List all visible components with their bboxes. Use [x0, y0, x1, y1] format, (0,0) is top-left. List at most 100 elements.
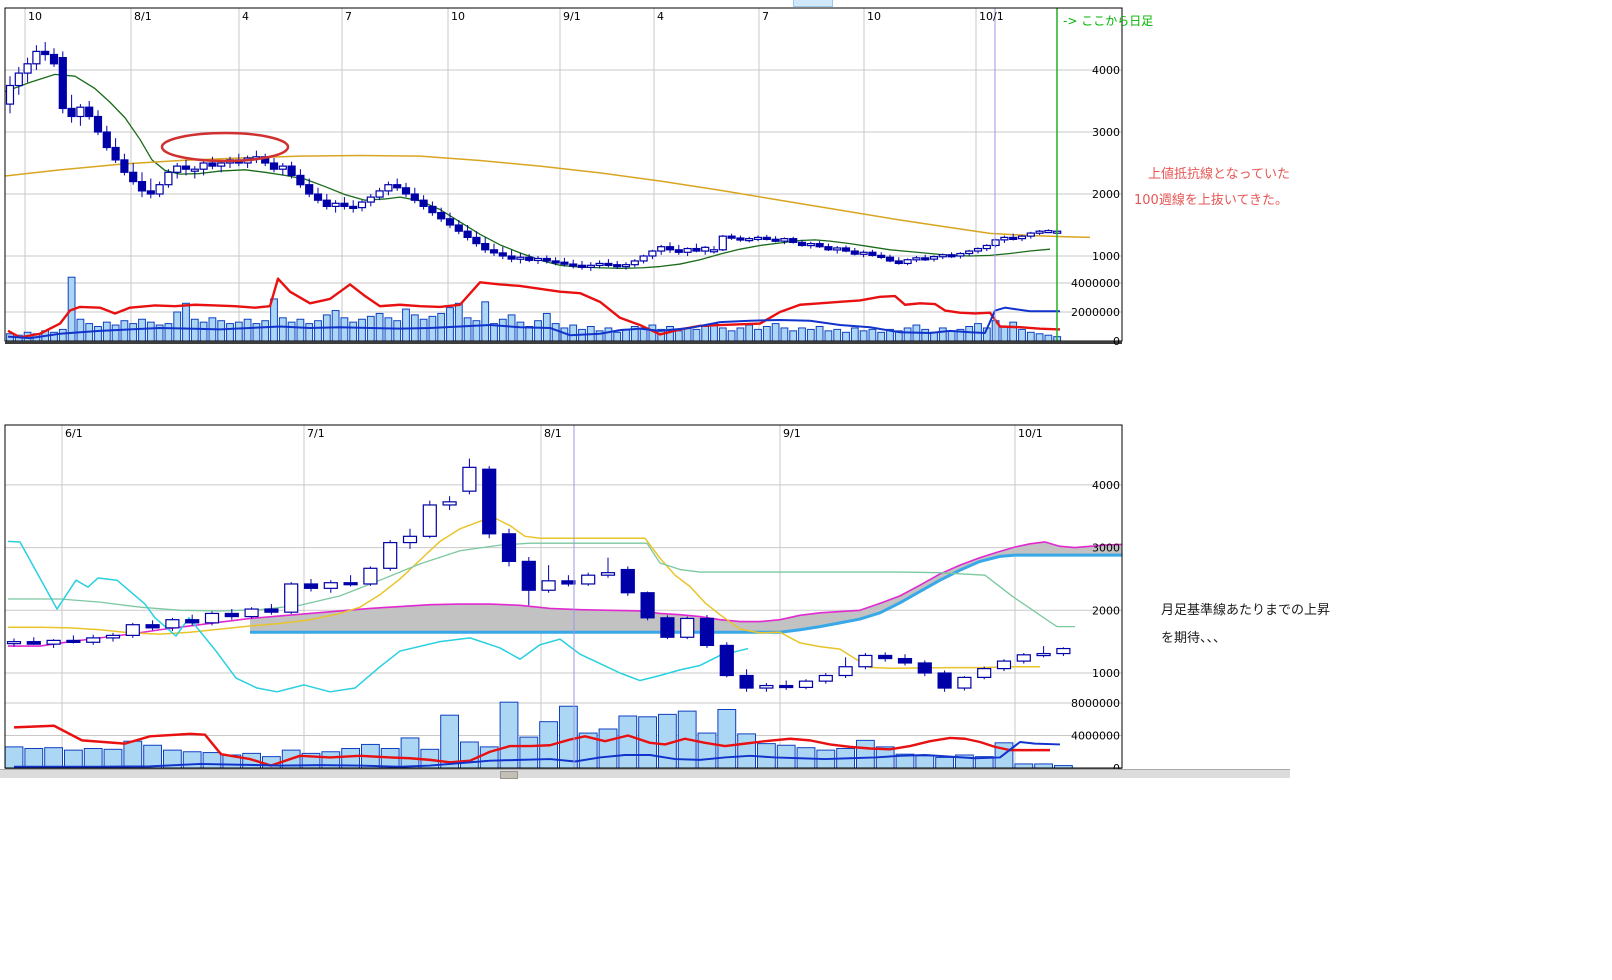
candle-body — [720, 645, 733, 675]
candle-body — [112, 148, 119, 160]
candle-body — [438, 213, 445, 219]
candle-body — [130, 172, 137, 181]
volume-bar — [59, 329, 66, 341]
candle-body — [978, 669, 991, 678]
candle-body — [265, 609, 278, 612]
window-edge-artifact — [793, 0, 833, 7]
candle-body — [59, 58, 66, 109]
price-tick-label: 1000 — [1092, 667, 1120, 680]
candle-body — [816, 244, 823, 247]
expectation-note-line1: 月足基準線あたりまでの上昇 — [1161, 604, 1330, 618]
volume-bar — [218, 321, 225, 341]
volume-bar — [279, 318, 286, 341]
price-tick-label: 4000 — [1092, 479, 1120, 492]
volume-bar — [560, 706, 578, 768]
candle-body — [899, 659, 912, 663]
volume-bar — [939, 328, 946, 341]
candle-body — [191, 169, 198, 171]
candle-body — [315, 194, 322, 200]
volume-bar — [922, 329, 929, 341]
candle-body — [834, 248, 841, 250]
candle-body — [364, 568, 377, 584]
scrollbar-thumb[interactable] — [500, 771, 518, 779]
candle-body — [879, 655, 892, 658]
volume-bar — [520, 737, 538, 768]
candle-body — [86, 107, 93, 116]
price-tick-label: 2000 — [1092, 188, 1120, 201]
candle-body — [681, 618, 694, 637]
candle-body — [922, 258, 929, 260]
candle-body — [186, 620, 199, 623]
candle-body — [8, 642, 21, 644]
volume-tick-label: 0 — [1113, 335, 1120, 348]
candle-body — [394, 185, 401, 188]
price-tick-label: 4000 — [1092, 64, 1120, 77]
volume-bar — [104, 749, 122, 768]
volume-bar — [614, 332, 621, 341]
candle-body — [95, 117, 102, 133]
candle-body — [7, 86, 14, 105]
candle-body — [596, 263, 603, 265]
candle-body — [323, 200, 330, 206]
volume-bar — [482, 302, 489, 341]
volume-bar — [878, 332, 885, 341]
expectation-note-line2: を期待、、、 — [1161, 632, 1226, 646]
candle-body — [1045, 231, 1052, 233]
volume-bar — [461, 742, 479, 768]
candle-body — [156, 185, 163, 194]
volume-bar — [599, 729, 617, 768]
candle-body — [790, 239, 797, 243]
candle-body — [825, 247, 832, 250]
candle-body — [522, 561, 535, 590]
resistance-note-line2: 100週線を上抜いてきた。 — [1134, 194, 1288, 208]
candle-body — [517, 257, 524, 259]
volume-tick-label: 8000000 — [1071, 697, 1120, 710]
candle-body — [1010, 237, 1017, 239]
volume-bar — [112, 325, 119, 341]
candle-body — [385, 185, 392, 191]
candle-body — [931, 257, 938, 259]
volume-bar — [288, 322, 295, 341]
candle-body — [641, 593, 654, 618]
volume-bar — [45, 748, 63, 768]
candle-body — [640, 256, 647, 261]
candle-body — [384, 543, 397, 569]
candle-body — [819, 676, 832, 682]
volume-bar — [834, 329, 841, 341]
volume-bar — [1045, 335, 1052, 341]
price-tick-label: 1000 — [1092, 250, 1120, 263]
x-tick-label: 4 — [657, 10, 664, 23]
candle-body — [121, 160, 128, 172]
candle-body — [332, 203, 339, 206]
volume-bar — [315, 321, 322, 341]
candle-body — [755, 237, 762, 239]
volume-bar — [235, 322, 242, 341]
volume-bar — [781, 328, 788, 341]
volume-bar — [799, 328, 806, 341]
candle-body — [77, 107, 84, 116]
candle-body — [165, 172, 172, 184]
candle-body — [800, 681, 813, 687]
candle-body — [367, 197, 374, 202]
stock-charts-canvas[interactable]: 108/147109/1471010/140003000200010004000… — [0, 0, 1612, 980]
candle-body — [860, 252, 867, 254]
candle-body — [693, 249, 700, 251]
candle-body — [147, 191, 154, 194]
horizontal-scrollbar[interactable] — [0, 769, 1290, 778]
volume-bar — [816, 327, 823, 342]
candle-body — [542, 581, 555, 590]
candle-body — [1019, 236, 1026, 238]
candle-body — [24, 64, 31, 73]
candle-body — [552, 261, 559, 263]
candle-body — [1037, 654, 1050, 656]
ma-100week-line — [5, 156, 1090, 238]
volume-bar — [203, 753, 221, 768]
volume-bar — [121, 321, 128, 341]
resistance-note-line1: 上値抵抗線となっていた — [1148, 168, 1290, 182]
volume-bar — [807, 329, 814, 341]
candle-body — [701, 618, 714, 645]
candle-body — [403, 188, 410, 194]
candle-body — [174, 166, 181, 172]
candle-body — [341, 203, 348, 206]
volume-bar — [332, 311, 339, 341]
